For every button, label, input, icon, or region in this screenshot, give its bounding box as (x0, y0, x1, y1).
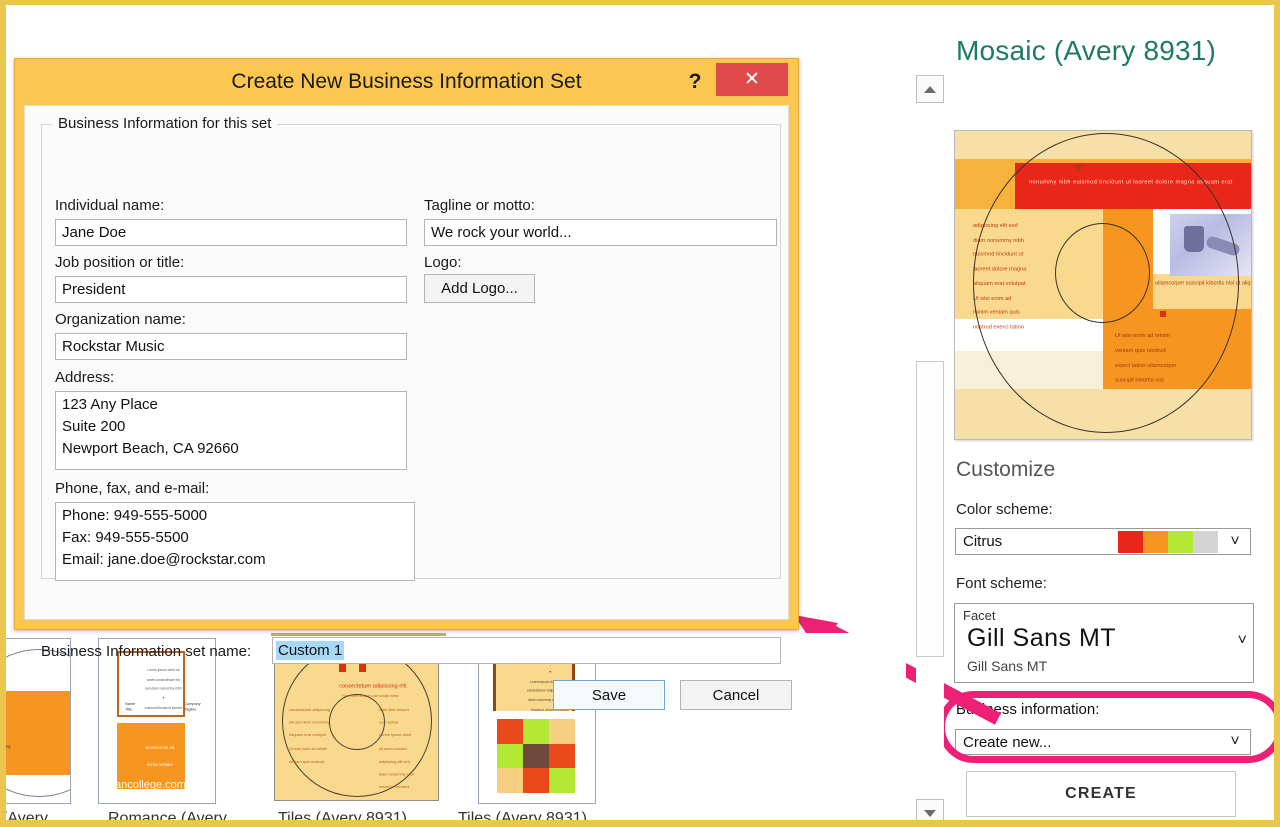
add-logo-button[interactable]: Add Logo... (424, 274, 535, 303)
create-business-info-dialog: Create New Business Information Set ? ✕ … (14, 58, 799, 710)
triangle-up-icon[interactable] (916, 75, 944, 103)
color-swatch (1168, 530, 1193, 553)
list-item[interactable]: Lorem ipsumdolor sit ametconsectetueradi… (0, 638, 71, 804)
cancel-button[interactable]: Cancel (680, 680, 792, 710)
organization-field[interactable]: Rockstar Music (55, 333, 407, 360)
job-title-field[interactable]: President (55, 276, 407, 303)
font-scheme-name: Facet (963, 608, 996, 623)
color-scheme-value: Citrus (963, 533, 1003, 550)
business-information-value: Create new... (963, 733, 1052, 751)
scrollbar-thumb[interactable] (916, 361, 944, 657)
dialog-body: Business Information for this set Indivi… (24, 105, 792, 710)
list-item-label: (Avery (2, 810, 48, 827)
thumb-subline: Nam liber tempor cum soluta nobis (342, 694, 399, 699)
close-icon[interactable]: ✕ (716, 63, 788, 96)
logo-label: Logo: (424, 254, 462, 271)
list-item[interactable]: consectetuer adipiscing elit Nam liber t… (274, 641, 439, 801)
create-button[interactable]: CREATE (966, 771, 1236, 817)
mosaic-tile (497, 719, 523, 744)
watermark: ancollege.com (115, 779, 186, 791)
group-legend: Business Information for this set (52, 115, 278, 132)
color-scheme-select[interactable]: Citrus ˅ (955, 528, 1251, 555)
job-title-label: Job position or title: (55, 254, 185, 271)
mosaic-tile (497, 743, 523, 769)
list-item-label: Tiles (Avery 8931) (458, 810, 587, 827)
font-scheme-heading-font: Gill Sans MT (967, 624, 1117, 652)
accent-square (359, 664, 366, 672)
mosaic-tile (523, 743, 549, 769)
individual-name-label: Individual name: (55, 197, 165, 214)
thumb-left-list: consectetuer adipiscing elit sed diam non… (289, 706, 330, 765)
color-scheme-label: Color scheme: (956, 501, 1053, 518)
set-name-label: Business Information set name: (41, 643, 252, 660)
customize-heading: Customize (956, 458, 1056, 481)
color-swatch (1193, 530, 1218, 553)
address-field[interactable]: 123 Any Place Suite 200 Newport Beach, C… (55, 391, 407, 470)
mosaic-tile (523, 719, 549, 744)
application-window: Mosaic (Avery 8931) nonummy nibh euismod… (0, 0, 1280, 827)
triangle-down-icon[interactable] (916, 799, 944, 820)
business-information-select[interactable]: Create new... ˅ (955, 729, 1251, 755)
tagline-label: Tagline or motto: (424, 197, 535, 214)
business-information-label: Business information: (956, 701, 1100, 718)
selected-thumbnail-indicator (271, 633, 446, 636)
chevron-down-icon[interactable]: ˅ (1220, 533, 1250, 551)
thumb-headline: consectetuer adipiscing elit (339, 682, 407, 689)
set-name-value: Custom 1 (276, 641, 345, 660)
color-swatch (1118, 530, 1143, 553)
template-details-panel: Mosaic (Avery 8931) nonummy nibh euismod… (942, 5, 1274, 820)
font-scheme-select[interactable]: Facet Gill Sans MT Gill Sans MT ˅ (954, 603, 1254, 683)
tagline-field[interactable]: We rock your world... (424, 219, 777, 246)
thumb-text: Ut wisi enim ad minim veniam (145, 745, 175, 768)
thumb-text: Lorem ipsumdolor sit ametconsectetueradi… (0, 744, 11, 750)
list-item[interactable]: Lorem ipsum dolor sit amet consectetuer e… (98, 638, 216, 804)
mosaic-tile (549, 768, 575, 793)
dialog-title: Create New Business Information Set (231, 70, 582, 93)
list-item-label: Tiles (Avery 8931) (278, 810, 407, 827)
mosaic-tile (549, 743, 575, 769)
font-scheme-body-font: Gill Sans MT (967, 658, 1048, 674)
mosaic-tile (497, 768, 523, 793)
color-swatch (1143, 530, 1168, 553)
save-button[interactable]: Save (553, 680, 665, 710)
color-scheme-swatches (1118, 530, 1218, 553)
accent-square (339, 664, 346, 672)
vertical-scrollbar[interactable] (916, 75, 944, 820)
individual-name-field[interactable]: Jane Doe (55, 219, 407, 246)
organization-label: Organization name: (55, 311, 186, 328)
help-icon[interactable]: ? (680, 66, 710, 98)
mosaic-tile (523, 768, 549, 793)
chevron-down-icon[interactable]: ˅ (1238, 632, 1247, 650)
template-preview-image: nonummy nibh euismod tincidunt ut laoree… (954, 130, 1252, 440)
font-scheme-label: Font scheme: (956, 575, 1047, 592)
thumb-logos: NameTitleCompanyTagline (125, 701, 201, 712)
page-title: Mosaic (Avery 8931) (956, 35, 1217, 66)
set-name-field[interactable]: Custom 1 (272, 637, 781, 664)
mosaic-grid (497, 719, 575, 793)
preview-disc-inner-circle (1055, 223, 1150, 323)
address-label: Address: (55, 369, 115, 386)
list-item-label: Romance (Avery (108, 810, 227, 827)
card-front: Lorem ipsum dolor sit amet consectetuer e… (117, 651, 201, 717)
mosaic-tile (549, 719, 575, 744)
chevron-down-icon[interactable]: ˅ (1220, 733, 1250, 751)
contact-label: Phone, fax, and e-mail: (55, 480, 210, 497)
contact-field[interactable]: Phone: 949-555-5000 Fax: 949-555-5500 Em… (55, 502, 415, 581)
thumb-right-list: Nam liber tempor cum soluta Lorem ipsum do… (379, 706, 415, 790)
